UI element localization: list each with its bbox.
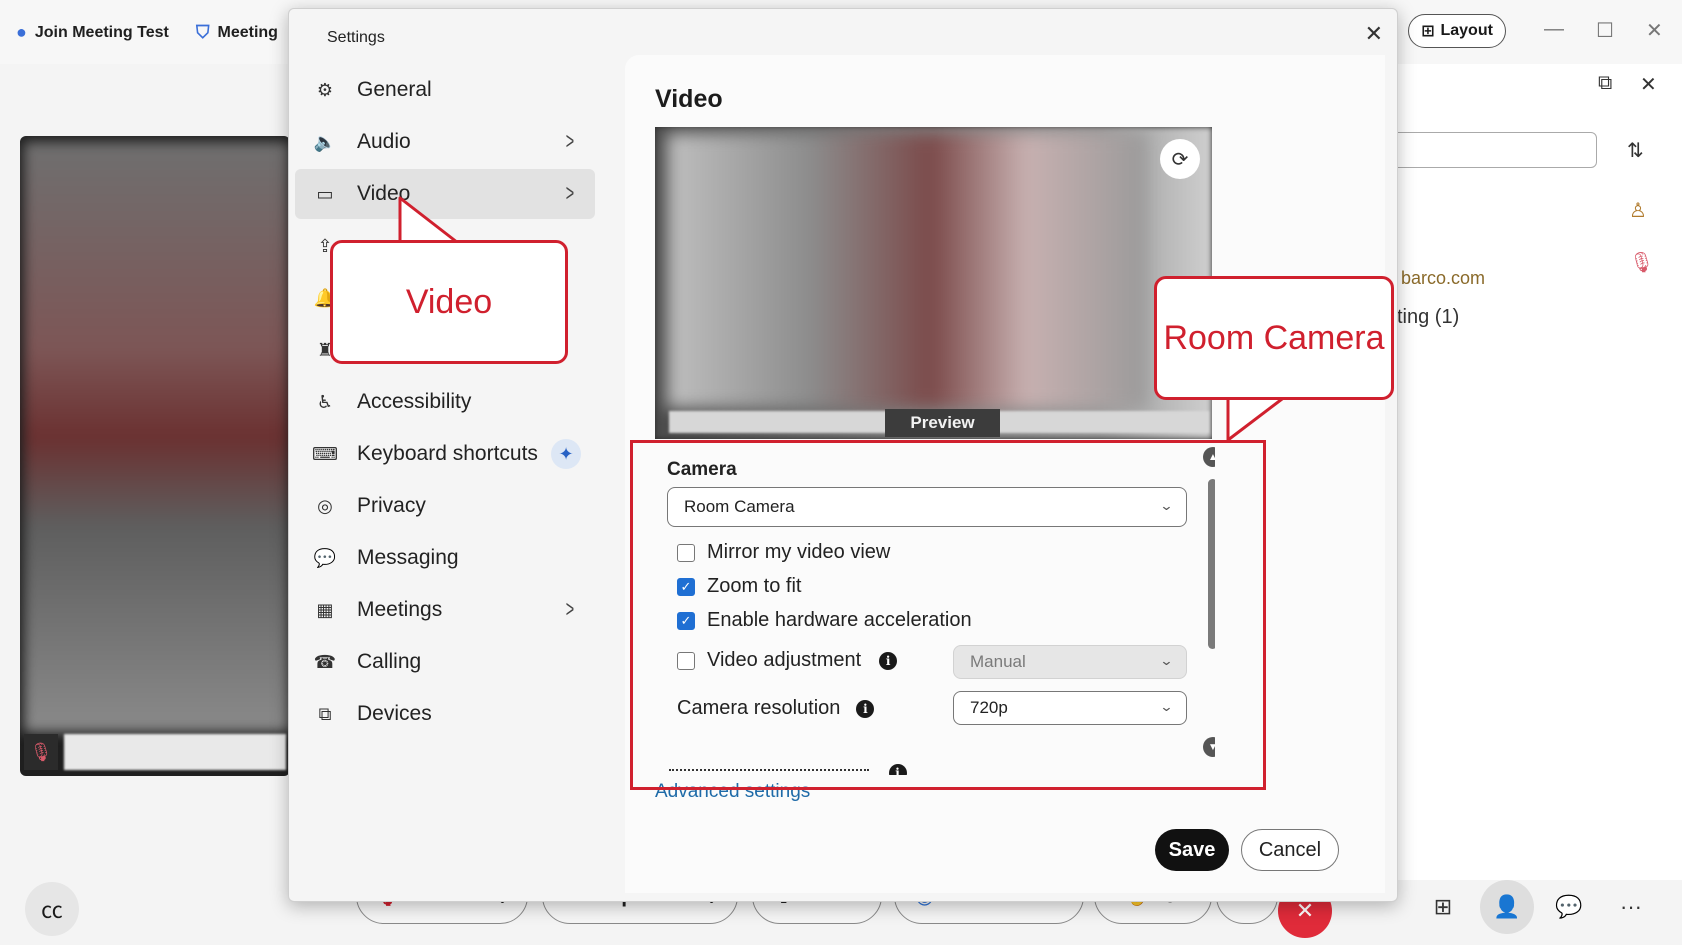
nav-item-label: Calling — [357, 650, 422, 673]
meeting-tab-label: Join Meeting Test — [34, 23, 169, 41]
video-camera-icon: ▭ — [316, 183, 334, 204]
room-camera-callout: Room Camera — [1154, 276, 1394, 400]
muted-mic-icon: 🎙 — [24, 734, 58, 770]
blurred-video — [24, 142, 290, 732]
nav-item-general[interactable]: ⚙ General — [295, 65, 595, 115]
page-title: Video — [655, 85, 723, 113]
phone-icon: ☎ — [313, 651, 337, 672]
nav-item-label: Keyboard shortcuts — [357, 442, 538, 465]
gear-icon: ⚙ — [316, 79, 334, 100]
chevron-right-icon: > — [565, 180, 575, 207]
nav-item-label: Messaging — [357, 546, 459, 569]
nav-item-label: Audio — [357, 130, 411, 153]
cancel-button[interactable]: Cancel — [1241, 829, 1339, 871]
nav-item-label: Devices — [357, 702, 432, 725]
speaker-icon: 🔈 — [313, 131, 337, 152]
accessibility-icon: ♿ — [316, 391, 334, 412]
nav-item-label: Video — [357, 182, 411, 205]
video-preview: Preview ⟳ — [655, 127, 1212, 439]
chevron-right-icon: > — [565, 596, 575, 623]
shield-icon: ⛉ — [196, 22, 210, 42]
layout-button-label: Layout — [1440, 22, 1493, 39]
nav-item-label: Accessibility — [357, 390, 472, 413]
devices-icon: ⧉ — [318, 703, 332, 724]
nav-item-accessibility[interactable]: ♿ Accessibility — [295, 377, 595, 427]
chat-icon: 💬 — [313, 547, 337, 568]
nav-item-label: Privacy — [357, 494, 426, 517]
maximize-icon[interactable]: ☐ — [1596, 18, 1614, 43]
video-callout: Video — [330, 240, 568, 364]
layout-button[interactable]: ⊞ Layout — [1408, 14, 1506, 48]
nav-item-meetings[interactable]: ▦ Meetings > — [295, 585, 595, 635]
preview-image — [667, 133, 1147, 408]
chevron-right-icon: > — [565, 128, 575, 155]
participant-muted-icon: 🎙 — [1629, 252, 1655, 274]
meeting-tab[interactable]: ● Join Meeting Test — [16, 22, 169, 43]
nav-item-keyboard-shortcuts[interactable]: ⌨ Keyboard shortcuts ✦ — [295, 429, 595, 479]
waiting-section-label: ting (1) — [1397, 306, 1460, 328]
room-camera-callout-text: Room Camera — [1163, 318, 1385, 357]
rotate-camera-icon[interactable]: ⟳ — [1160, 139, 1200, 179]
sort-icon[interactable]: ⇅ — [1627, 138, 1644, 163]
panel-close-icon[interactable]: ✕ — [1640, 72, 1657, 97]
participant-name-bar — [64, 734, 286, 770]
meeting-tab-secondary[interactable]: ⛉ Meeting — [196, 22, 278, 43]
grid-icon: ⊞ — [1421, 23, 1435, 40]
nav-item-video[interactable]: ▭ Video > — [295, 169, 595, 219]
host-icon: ♙ — [1629, 200, 1647, 222]
participants-panel: ⧉ ✕ ⇅ ♙ 🎙 barco.com ting (1) — [1385, 64, 1682, 884]
dialog-close-icon[interactable]: ✕ — [1365, 21, 1383, 47]
nav-item-audio[interactable]: 🔈 Audio > — [295, 117, 595, 167]
app-logo-icon: ● — [16, 22, 27, 42]
window-close-icon[interactable]: ✕ — [1646, 18, 1663, 43]
video-callout-text: Video — [405, 282, 493, 321]
nav-item-messaging[interactable]: 💬 Messaging — [295, 533, 595, 583]
popout-icon[interactable]: ⧉ — [1598, 72, 1612, 95]
save-button[interactable]: Save — [1155, 829, 1229, 871]
privacy-icon: ◎ — [317, 495, 333, 516]
participant-domain: barco.com — [1401, 268, 1486, 288]
apps-icon[interactable]: ⊞ — [1416, 880, 1470, 934]
chat-icon[interactable]: 💬 — [1542, 880, 1596, 934]
nav-item-calling[interactable]: ☎ Calling — [295, 637, 595, 687]
dialog-title: Settings — [327, 29, 385, 46]
sparkle-icon: ✦ — [551, 439, 581, 469]
participants-icon[interactable]: 👤 — [1480, 880, 1534, 934]
keyboard-icon: ⌨ — [312, 443, 338, 464]
overflow-icon[interactable]: ··· — [1604, 880, 1658, 934]
participant-search-input[interactable] — [1385, 132, 1597, 168]
calendar-icon: ▦ — [316, 599, 334, 620]
nav-item-privacy[interactable]: ◎ Privacy — [295, 481, 595, 531]
captions-icon[interactable]: ㏄ — [25, 882, 79, 936]
nav-item-label: Meetings — [357, 598, 443, 621]
nav-item-devices[interactable]: ⧉ Devices — [295, 689, 595, 739]
meeting-tab-secondary-label: Meeting — [217, 23, 278, 41]
camera-highlight-box — [630, 440, 1266, 790]
minimize-icon[interactable]: — — [1544, 18, 1564, 41]
participant-video-tile: 🎙 — [20, 136, 290, 776]
nav-item-label: General — [357, 78, 432, 101]
preview-label: Preview — [885, 409, 1000, 437]
